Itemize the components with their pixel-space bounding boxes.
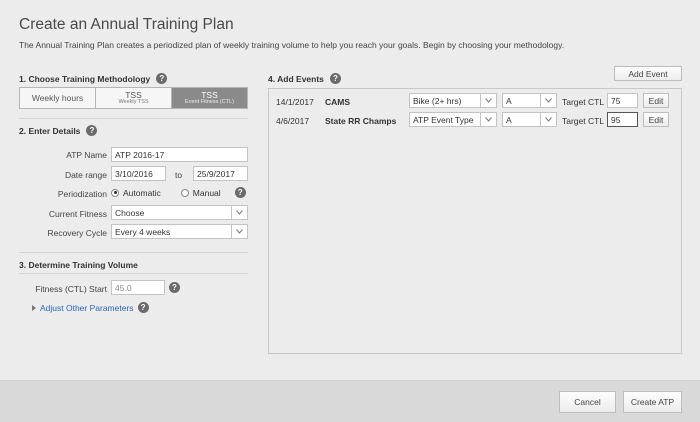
event-date: 4/6/2017 [276, 116, 310, 126]
chevron-down-icon [231, 206, 247, 219]
periodization-automatic-label: Automatic [123, 187, 161, 198]
date-from-input[interactable]: 3/10/2016 [111, 166, 166, 181]
target-ctl-label: Target CTL [562, 97, 605, 107]
section-events-heading: 4. Add Events ? [268, 73, 341, 84]
events-list [268, 88, 682, 354]
periodization-manual-label: Manual [192, 187, 221, 198]
create-atp-dialog: Create an Annual Training Plan The Annua… [0, 0, 700, 422]
help-icon[interactable]: ? [169, 282, 180, 293]
event-name: CAMS [325, 97, 351, 107]
target-ctl-label: Target CTL [562, 116, 605, 126]
section-divider [19, 118, 248, 119]
section-details-heading: 2. Enter Details ? [19, 125, 98, 136]
current-fitness-label: Current Fitness [48, 209, 107, 219]
help-icon[interactable]: ? [137, 302, 149, 313]
cancel-button[interactable]: Cancel [559, 391, 616, 413]
dialog-subtitle: The Annual Training Plan creates a perio… [19, 40, 565, 50]
current-fitness-value: Choose [115, 208, 145, 218]
date-range-label: Date range [64, 170, 107, 180]
section-methodology-heading: 1. Choose Training Methodology ? [19, 73, 168, 84]
fitness-start-input[interactable]: 45.0 [111, 280, 165, 295]
edit-event-button[interactable]: Edit [643, 93, 669, 108]
section-divider [19, 252, 248, 253]
fitness-start-label: Fitness (CTL) Start [35, 284, 107, 294]
methodology-option-label: TSS [125, 89, 142, 100]
event-name: State RR Champs [325, 116, 397, 126]
section-events-title: 4. Add Events [268, 73, 324, 84]
chevron-down-icon [480, 94, 496, 107]
event-date: 14/1/2017 [276, 97, 314, 107]
methodology-segmented-control: Weekly hours TSS Weekly TSS TSS Event Fi… [19, 87, 248, 109]
section-details-title: 2. Enter Details [19, 125, 81, 136]
add-event-button[interactable]: Add Event [614, 66, 682, 81]
methodology-option-sublabel: Weekly TSS [118, 99, 149, 105]
recovery-cycle-value: Every 4 weeks [115, 227, 171, 237]
adjust-parameters-link[interactable]: Adjust Other Parameters ? [32, 302, 149, 313]
event-priority-select[interactable]: A [502, 93, 557, 108]
help-icon[interactable]: ? [156, 73, 168, 84]
section-volume-title: 3. Determine Training Volume [19, 260, 138, 270]
chevron-down-icon [231, 225, 247, 238]
methodology-option-label: TSS [201, 89, 218, 100]
help-icon[interactable]: ? [234, 187, 246, 198]
create-atp-button[interactable]: Create ATP [623, 391, 682, 413]
help-icon[interactable]: ? [329, 73, 341, 84]
chevron-down-icon [480, 113, 496, 126]
disclosure-triangle-icon [32, 304, 36, 311]
current-fitness-select[interactable]: Choose [111, 205, 248, 220]
event-priority-select[interactable]: A [502, 112, 557, 127]
periodization-label: Periodization [57, 189, 107, 199]
periodization-radio-group: Automatic Manual ? [111, 187, 246, 198]
methodology-option-event-fitness[interactable]: TSS Event Fitness (CTL) [172, 88, 247, 108]
section-methodology-title: 1. Choose Training Methodology [19, 73, 151, 84]
chevron-down-icon [540, 94, 556, 107]
section-divider [19, 273, 248, 274]
atp-name-input[interactable]: ATP 2016-17 [111, 147, 248, 162]
target-ctl-input[interactable]: 95 [607, 112, 638, 127]
recovery-cycle-select[interactable]: Every 4 weeks [111, 224, 248, 239]
methodology-option-label: Weekly hours [31, 92, 84, 103]
event-type-select[interactable]: Bike (2+ hrs) [409, 93, 497, 108]
edit-event-button[interactable]: Edit [643, 112, 669, 127]
date-to-input[interactable]: 25/9/2017 [193, 166, 248, 181]
target-ctl-input[interactable]: 75 [607, 93, 638, 108]
chevron-down-icon [540, 113, 556, 126]
event-priority-value: A [506, 115, 512, 125]
methodology-option-sublabel: Event Fitness (CTL) [185, 99, 234, 105]
section-volume-heading: 3. Determine Training Volume [19, 260, 138, 270]
atp-name-label: ATP Name [66, 150, 107, 160]
event-type-value: ATP Event Type [413, 115, 474, 125]
methodology-option-weekly-hours[interactable]: Weekly hours [20, 88, 96, 108]
date-to-label: to [175, 170, 183, 180]
event-priority-value: A [506, 96, 512, 106]
methodology-option-weekly-tss[interactable]: TSS Weekly TSS [96, 88, 172, 108]
adjust-parameters-label: Adjust Other Parameters [40, 302, 134, 313]
dialog-title: Create an Annual Training Plan [19, 16, 234, 33]
event-type-select[interactable]: ATP Event Type [409, 112, 497, 127]
help-icon[interactable]: ? [86, 125, 98, 136]
periodization-manual-radio[interactable] [180, 188, 189, 197]
periodization-automatic-radio[interactable] [111, 188, 119, 197]
event-type-value: Bike (2+ hrs) [413, 96, 462, 106]
recovery-cycle-label: Recovery Cycle [47, 228, 107, 238]
